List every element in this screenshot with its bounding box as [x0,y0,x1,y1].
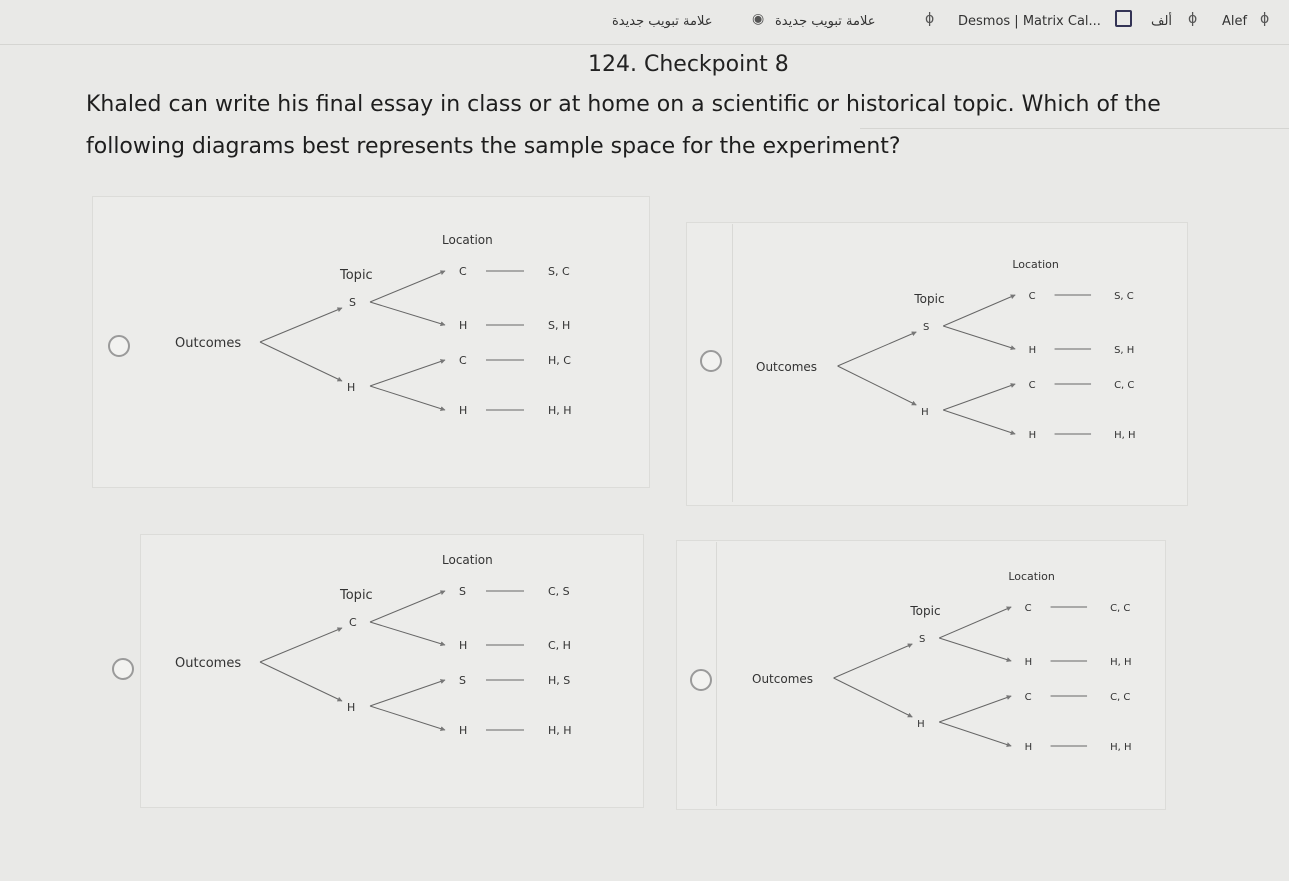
tree-branch [259,341,343,382]
tree-node-location: S [459,674,466,687]
tree-outcome: S, C [1114,291,1134,302]
tree-branch [833,677,913,718]
tree-node-location: C [1025,603,1032,614]
tree-outcome: H, H [548,404,572,417]
tree-branch [943,409,1016,435]
outcomes-label: Outcomes [175,336,241,351]
outcomes-label: Outcomes [175,656,241,671]
tree-branch [939,606,1012,639]
tree-branch [939,637,1012,663]
tree-branch [369,590,446,623]
tree-outcome: H, H [1110,742,1131,753]
outcomes-label: Outcomes [756,360,817,374]
tree-node-location: S [459,585,466,598]
location-label: Location [442,553,493,567]
tree-node-location: H [1029,345,1037,356]
tree-branch [837,331,917,367]
tree-node-location: C [1029,291,1036,302]
tree-branch [943,294,1016,327]
topic-label: Topic [909,604,940,618]
tree-node-topic: H [921,407,929,418]
tree-branch [369,679,446,707]
tree-branch [369,705,446,732]
tree-branch [259,661,343,702]
tree-node-location: C [459,354,467,367]
tree-outcome: C, C [1110,692,1130,703]
tree-node-location: H [459,639,467,652]
tree-branch [369,301,446,327]
tree-node-topic: S [923,322,929,333]
tree-branch [943,325,1016,351]
tree-outcome: C, H [548,639,571,652]
tree-outcome: S, C [548,265,570,278]
location-label: Location [1008,570,1055,583]
location-label: Location [1012,258,1059,271]
tree-node-location: H [459,319,467,332]
tree-node-topic: S [349,296,356,309]
tree-node-location: H [459,404,467,417]
tree-outcome: H, H [1110,657,1131,668]
topic-label: Topic [913,292,944,306]
tree-branch [259,307,343,343]
tree-branch [833,643,913,679]
location-label: Location [442,233,493,247]
tree-branch [943,383,1016,411]
tree-branch [369,270,446,303]
tree-node-topic: S [919,634,925,645]
tree-outcome: H, H [1114,430,1135,441]
tree-node-location: C [459,265,467,278]
tree-branch [369,385,446,412]
tree-node-topic: H [917,719,925,730]
tree-branch [939,695,1012,723]
topic-label: Topic [339,268,373,283]
tree-branch [369,359,446,387]
tree-outcome: C, S [548,585,570,598]
tree-outcome: S, H [1114,345,1134,356]
topic-label: Topic [339,588,373,603]
tree-branch [939,721,1012,747]
tree-branch [369,621,446,647]
tree-node-location: H [459,724,467,737]
tree-outcome: H, H [548,724,572,737]
tree-node-topic: H [347,381,355,394]
tree-node-location: H [1025,657,1033,668]
tree-node-location: C [1025,692,1032,703]
tree-diagrams: Location Topic Outcomes S H C S, C H S, H C H, C H H… [175,233,1135,753]
tree-outcome: S, H [548,319,570,332]
tree-node-topic: C [349,616,357,629]
tree-branch [259,627,343,663]
tree-node-topic: H [347,701,355,714]
tree-node-location: H [1029,430,1037,441]
tree-outcome: H, S [548,674,570,687]
tree-node-location: H [1025,742,1033,753]
tree-node-location: C [1029,380,1036,391]
tree-branch [837,365,917,406]
outcomes-label: Outcomes [752,672,813,686]
tree-outcome: C, C [1110,603,1130,614]
tree-outcome: C, C [1114,380,1134,391]
tree-outcome: H, C [548,354,571,367]
